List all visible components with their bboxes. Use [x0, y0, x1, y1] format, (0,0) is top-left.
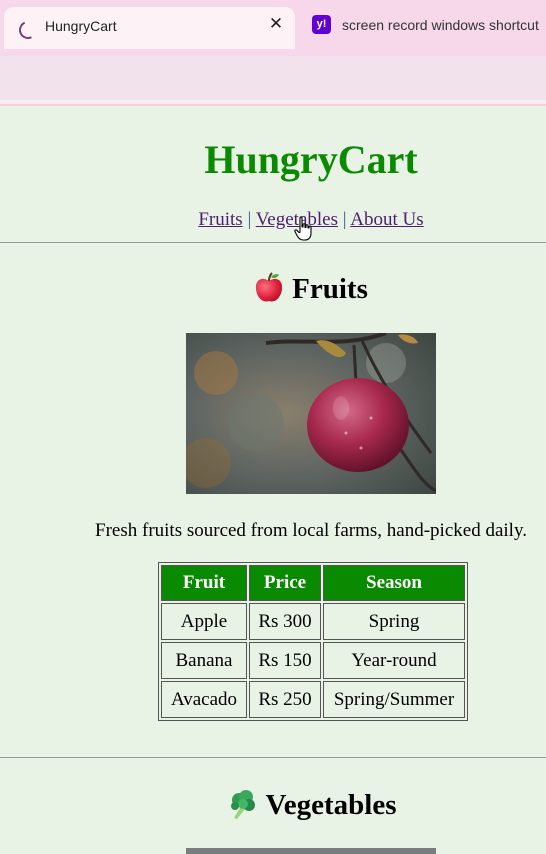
- vegetables-heading-text: Vegetables: [265, 789, 397, 821]
- table-cell: Year-round: [323, 642, 465, 679]
- fruits-heading-text: Fruits: [292, 273, 368, 305]
- nav-separator: |: [342, 209, 347, 230]
- table-cell: Avacado: [161, 681, 247, 718]
- column-header: Fruit: [161, 565, 247, 601]
- yahoo-favicon-icon: y!: [312, 15, 331, 34]
- table-cell: Rs 150: [249, 642, 321, 679]
- table-row: Banana Rs 150 Year-round: [161, 642, 465, 679]
- table-cell: Banana: [161, 642, 247, 679]
- nav-link-fruits[interactable]: Fruits: [198, 209, 242, 230]
- site-title: HungryCart: [204, 137, 418, 182]
- table-cell: Apple: [161, 603, 247, 640]
- vegetables-heading: Vegetables: [0, 788, 546, 822]
- table-cell: Spring/Summer: [323, 681, 465, 718]
- browser-tab-active[interactable]: HungryCart ✕: [4, 7, 295, 49]
- page-content: HungryCart Fruits | Vegetables | About U…: [0, 106, 546, 854]
- table-cell: Rs 300: [249, 603, 321, 640]
- tab-title: screen record windows shortcut: [342, 17, 539, 33]
- tab-title: HungryCart: [45, 18, 117, 34]
- nav-link-about-us[interactable]: About Us: [350, 209, 423, 230]
- browser-tab-inactive[interactable]: y! screen record windows shortcut: [300, 7, 546, 43]
- table-row: Avacado Rs 250 Spring/Summer: [161, 681, 465, 718]
- table-cell: Spring: [323, 603, 465, 640]
- table-cell: Rs 250: [249, 681, 321, 718]
- hand-cursor-icon: [294, 216, 312, 241]
- fruits-description: Fresh fruits sourced from local farms, h…: [95, 520, 527, 541]
- fruits-table: Fruit Price Season Apple Rs 300 Spring B…: [158, 562, 468, 721]
- fruits-heading: Fruits: [0, 272, 546, 306]
- column-header: Season: [323, 565, 465, 601]
- loading-spinner-icon: [16, 18, 40, 42]
- table-header-row: Fruit Price Season: [161, 565, 465, 601]
- broccoli-icon: [231, 790, 256, 819]
- section-divider: [0, 757, 546, 758]
- close-tab-icon[interactable]: ✕: [266, 13, 286, 35]
- column-header: Price: [249, 565, 321, 601]
- apple-icon: [256, 272, 283, 302]
- main-nav: Fruits | Vegetables | About Us: [0, 208, 546, 232]
- browser-tab-strip: HungryCart ✕ y! screen record windows sh…: [0, 0, 546, 56]
- browser-toolbar: [0, 56, 546, 100]
- table-row: Apple Rs 300 Spring: [161, 603, 465, 640]
- nav-separator: |: [247, 209, 252, 230]
- fruits-photo: [186, 333, 436, 494]
- vegetables-photo: [186, 848, 436, 854]
- section-divider: [0, 242, 546, 243]
